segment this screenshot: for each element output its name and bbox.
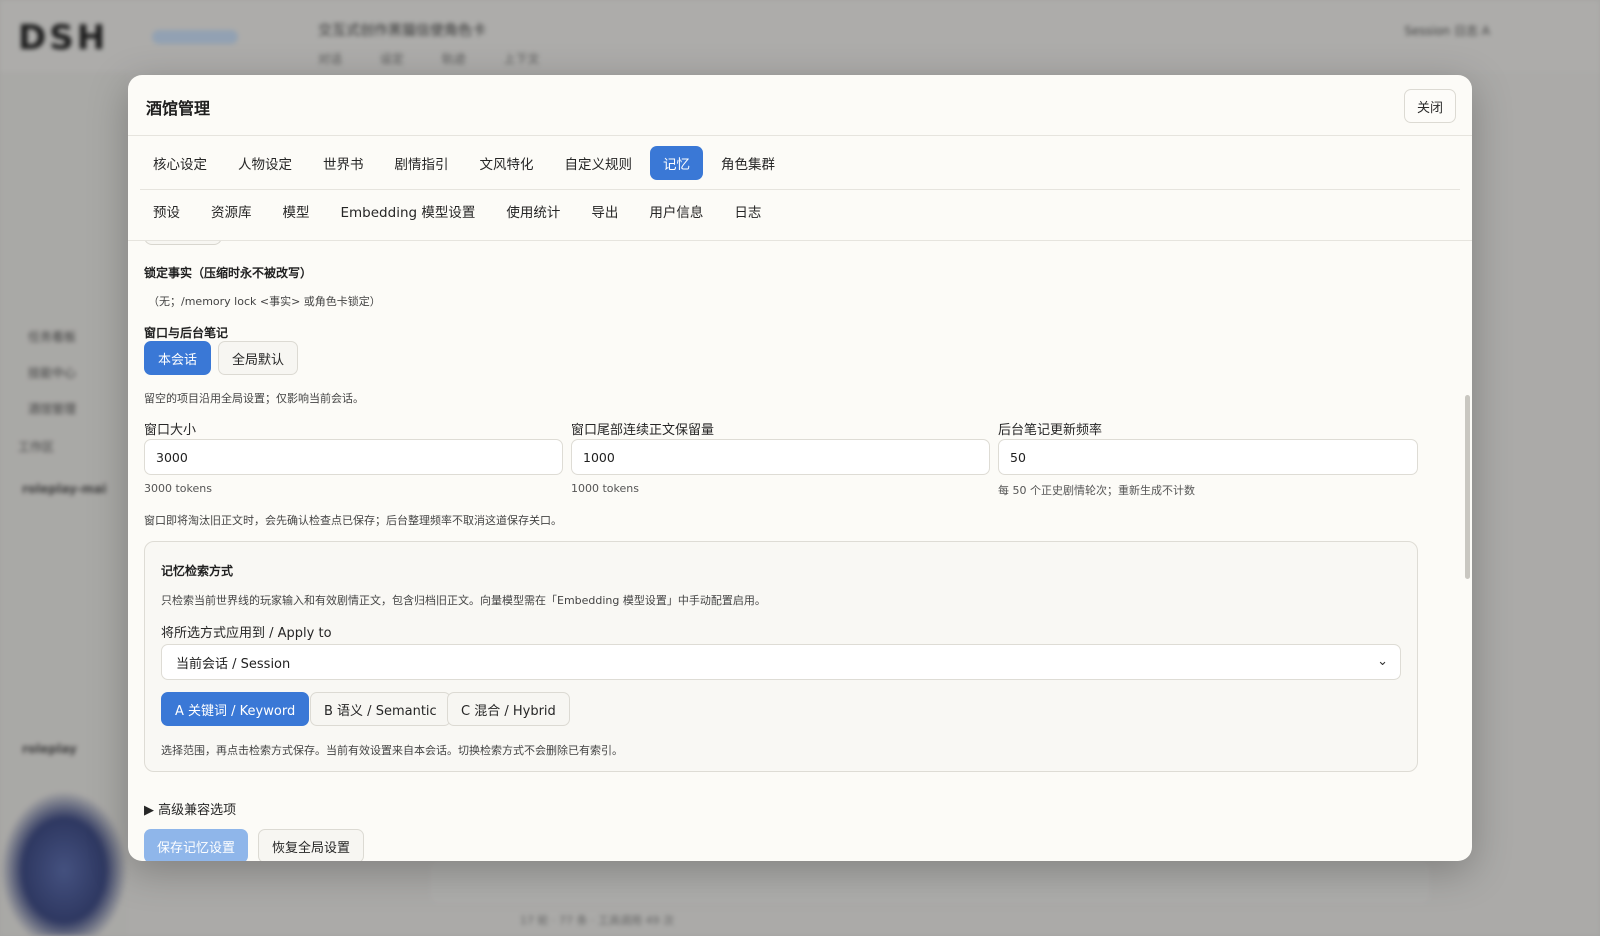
tab-custom-rules[interactable]: 自定义规则 — [552, 146, 646, 180]
modal-title: 酒馆管理 — [146, 99, 211, 118]
retrieval-panel: 记忆检索方式 只检索当前世界线的玩家输入和有效剧情正文，包含归档旧正文。向量模型… — [144, 541, 1418, 772]
notes-frequency-helper: 每 50 个正史剧情轮次；重新生成不计数 — [998, 484, 1195, 497]
memory-content: 锁定事实（压缩时永不被改写） （无；/memory lock <事实> 或角色卡… — [128, 241, 1472, 861]
tab-embedding[interactable]: Embedding 模型设置 — [328, 194, 489, 228]
window-size-label: 窗口大小 — [144, 423, 197, 438]
retrieval-description: 只检索当前世界线的玩家输入和有效剧情正文，包含归档旧正文。向量模型需在「Embe… — [161, 594, 766, 607]
locked-facts-empty: （无；/memory lock <事实> 或角色卡锁定） — [148, 295, 381, 308]
method-hybrid-button[interactable]: C 混合 / Hybrid — [447, 692, 570, 726]
scope-session-button[interactable]: 本会话 — [144, 341, 212, 375]
content-scrollbar[interactable] — [1465, 395, 1470, 579]
tab-character-cluster[interactable]: 角色集群 — [708, 146, 788, 180]
close-button[interactable]: 关闭 — [1403, 89, 1456, 123]
primary-tabs: 核心设定 人物设定 世界书 剧情指引 文风特化 自定义规则 记忆 角色集群 — [140, 146, 1460, 190]
tab-memory[interactable]: 记忆 — [650, 146, 703, 180]
retrieval-heading: 记忆检索方式 — [161, 564, 234, 578]
apply-to-select[interactable]: 当前会话 / Session ⌄ — [161, 644, 1401, 680]
method-keyword-button[interactable]: A 关键词 / Keyword — [161, 692, 310, 726]
chevron-down-icon: ⌄ — [1377, 654, 1388, 669]
tail-retention-label: 窗口尾部连续正文保留量 — [571, 423, 715, 438]
notes-frequency-input[interactable] — [998, 439, 1418, 475]
apply-to-value: 当前会话 / Session — [176, 656, 291, 672]
tab-resources[interactable]: 资源库 — [198, 194, 265, 228]
tab-core-settings[interactable]: 核心设定 — [140, 146, 220, 180]
tab-world-book[interactable]: 世界书 — [310, 146, 377, 180]
tab-preset[interactable]: 预设 — [140, 194, 193, 228]
tab-character-settings[interactable]: 人物设定 — [225, 146, 305, 180]
window-footnote: 窗口即将淘汰旧正文时，会先确认检查点已保存；后台整理频率不取消这道保存关口。 — [144, 514, 562, 527]
tab-log[interactable]: 日志 — [721, 194, 774, 228]
tab-model[interactable]: 模型 — [270, 194, 323, 228]
scope-hint: 留空的项目沿用全局设置；仅影响当前会话。 — [144, 392, 364, 405]
tab-export[interactable]: 导出 — [578, 194, 631, 228]
apply-to-label: 将所选方式应用到 / Apply to — [161, 626, 332, 641]
tavern-management-modal: 酒馆管理 关闭 核心设定 人物设定 世界书 剧情指引 文风特化 自定义规则 记忆… — [128, 75, 1472, 861]
retrieval-note: 选择范围，再点击检索方式保存。当前有效设置来自本会话。切换检索方式不会删除已有索… — [161, 744, 623, 757]
window-size-input[interactable] — [144, 439, 563, 475]
tail-retention-helper: 1000 tokens — [571, 482, 639, 495]
save-memory-settings-button[interactable]: 保存记忆设置 — [144, 829, 249, 861]
scrolled-element-edge — [144, 241, 222, 245]
restore-global-settings-button[interactable]: 恢复全局设置 — [258, 829, 365, 861]
method-semantic-button[interactable]: B 语义 / Semantic — [310, 692, 451, 726]
tail-retention-input[interactable] — [571, 439, 990, 475]
tab-usage[interactable]: 使用统计 — [493, 194, 573, 228]
tab-style[interactable]: 文风特化 — [467, 146, 547, 180]
window-notes-heading: 窗口与后台笔记 — [144, 326, 229, 340]
notes-frequency-label: 后台笔记更新频率 — [998, 423, 1103, 438]
scope-global-button[interactable]: 全局默认 — [218, 341, 299, 375]
secondary-tabs: 预设 资源库 模型 Embedding 模型设置 使用统计 导出 用户信息 日志 — [140, 194, 1460, 238]
tab-user-info[interactable]: 用户信息 — [636, 194, 716, 228]
modal-header: 酒馆管理 关闭 — [128, 75, 1472, 136]
advanced-options-toggle[interactable]: ▶ 高级兼容选项 — [144, 799, 236, 818]
tab-plot-guide[interactable]: 剧情指引 — [382, 146, 462, 180]
window-size-helper: 3000 tokens — [144, 482, 212, 495]
locked-facts-heading: 锁定事实（压缩时永不被改写） — [144, 266, 313, 280]
